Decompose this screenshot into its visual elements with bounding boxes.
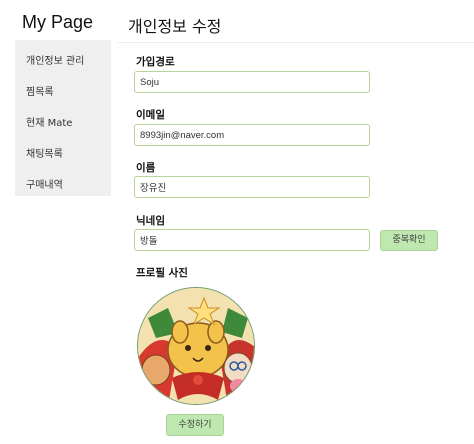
name-field[interactable]	[134, 176, 370, 198]
signup-route-field[interactable]	[134, 71, 370, 93]
profile-photo-label: 프로필 사진	[136, 267, 188, 279]
profile-avatar[interactable]	[137, 287, 255, 405]
sidebar: 개인정보 관리 찜목록 현재 Mate 채팅목록 구매내역	[15, 40, 111, 196]
sidebar-item-current-mate[interactable]: 현재 Mate	[26, 114, 72, 129]
brand-title: My Page	[22, 12, 94, 32]
name-label: 이름	[136, 162, 156, 174]
submit-edit-button[interactable]: 수정하기	[166, 414, 224, 436]
signup-route-label: 가입경로	[136, 56, 175, 68]
sidebar-item-profile-manage[interactable]: 개인정보 관리	[26, 52, 84, 67]
nickname-field[interactable]	[134, 229, 370, 251]
avatar-character-image	[138, 288, 254, 404]
page-title: 개인정보 수정	[128, 17, 222, 36]
title-divider	[118, 42, 474, 43]
email-label: 이메일	[136, 109, 165, 121]
duplicate-check-button[interactable]: 중복확인	[380, 230, 438, 251]
sidebar-item-chat-list[interactable]: 채팅목록	[26, 145, 63, 160]
sidebar-item-wishlist[interactable]: 찜목록	[26, 83, 54, 98]
nickname-label: 닉네임	[136, 215, 165, 227]
email-field[interactable]	[134, 124, 370, 146]
sidebar-item-purchase-history[interactable]: 구매내역	[26, 176, 63, 191]
